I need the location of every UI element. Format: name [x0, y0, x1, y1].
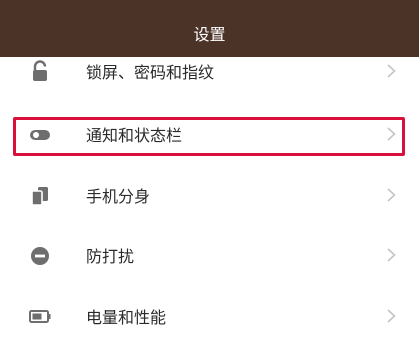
status-bar — [0, 0, 419, 10]
battery-icon — [29, 305, 51, 327]
highlight-box — [13, 117, 405, 156]
chevron-right-icon — [387, 187, 396, 202]
settings-list: 锁屏、密码和指纹 通知和状态栏 手机分身 防打扰 电量和性能 — [0, 57, 419, 333]
chevron-right-icon — [387, 63, 396, 78]
phone-clone-icon — [29, 185, 51, 207]
settings-item-phone-clone[interactable]: 手机分身 — [0, 165, 419, 227]
chevron-right-icon — [387, 247, 396, 262]
settings-item-label: 手机分身 — [86, 187, 151, 206]
settings-item-do-not-disturb[interactable]: 防打扰 — [0, 225, 419, 287]
settings-item-label: 防打扰 — [86, 247, 135, 266]
chevron-right-icon — [387, 308, 396, 323]
settings-item-lock-screen[interactable]: 锁屏、密码和指纹 — [0, 42, 419, 104]
settings-item-label: 锁屏、密码和指纹 — [86, 63, 215, 82]
settings-item-label: 电量和性能 — [86, 308, 167, 327]
settings-item-battery[interactable]: 电量和性能 — [0, 287, 419, 349]
lock-icon — [29, 60, 51, 82]
do-not-disturb-icon — [29, 245, 51, 267]
